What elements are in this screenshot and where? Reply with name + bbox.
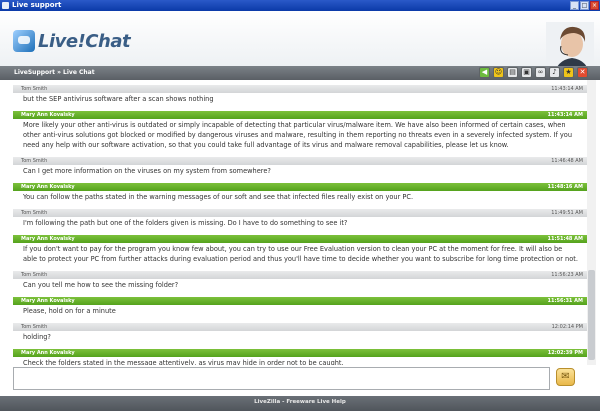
star-icon[interactable]: ★ xyxy=(563,67,574,78)
message-header: Mary Ann Kovalsky 11:43:14 AM xyxy=(13,111,587,119)
message-author: Tom Smith xyxy=(21,272,48,278)
message-text: You can follow the paths stated in the w… xyxy=(23,193,414,201)
print-icon[interactable]: ▤ xyxy=(507,67,518,78)
message-text: Check the folders stated in the message … xyxy=(23,359,344,365)
maximize-button[interactable]: □ xyxy=(580,1,589,10)
message-header: Mary Ann Kovalsky 11:51:48 AM xyxy=(13,235,587,243)
send-button[interactable]: ✉ xyxy=(556,368,575,386)
close-icon[interactable]: ✕ xyxy=(577,67,588,78)
message-header: Mary Ann Kovalsky 11:48:16 AM xyxy=(13,183,587,191)
message-author: Tom Smith xyxy=(21,324,48,330)
message-time: 11:56:23 AM xyxy=(551,272,583,278)
message-time: 11:46:48 AM xyxy=(551,158,583,164)
message-header: Mary Ann Kovalsky 11:56:31 AM xyxy=(13,297,587,305)
message-text: Please, hold on for a minute xyxy=(23,307,116,315)
message-text: holding? xyxy=(23,333,51,341)
message-author: Tom Smith xyxy=(21,158,48,164)
back-icon[interactable]: ◀ xyxy=(479,67,490,78)
scrollbar-thumb[interactable] xyxy=(588,270,595,360)
message-text: Can you tell me how to see the missing f… xyxy=(23,281,179,289)
message-time: 11:56:31 AM xyxy=(547,298,583,304)
window-title: Live support xyxy=(12,1,62,9)
message-author: Mary Ann Kovalsky xyxy=(21,298,75,304)
close-window-button[interactable]: × xyxy=(590,1,599,10)
message-time: 11:43:14 AM xyxy=(547,112,583,118)
app-icon xyxy=(2,2,9,9)
link-icon[interactable]: ∞ xyxy=(535,67,546,78)
window-controls: _ □ × xyxy=(570,1,599,10)
message-time: 12:02:39 PM xyxy=(547,350,583,356)
toolbar: ◀ ☺ ▤ ▣ ∞ ♪ ★ ✕ xyxy=(479,67,588,78)
message-author: Tom Smith xyxy=(21,210,48,216)
sound-icon[interactable]: ♪ xyxy=(549,67,560,78)
message-input[interactable] xyxy=(13,367,550,390)
message-author: Mary Ann Kovalsky xyxy=(21,112,75,118)
message-text: but the SEP antivirus software after a s… xyxy=(23,95,214,103)
window-titlebar: Live support _ □ × xyxy=(0,0,600,11)
footer: LiveZilla - Freeware Live Help xyxy=(0,396,600,411)
message-time: 11:51:48 AM xyxy=(547,236,583,242)
breadcrumb: LiveSupport » Live Chat xyxy=(14,69,95,76)
message-author: Mary Ann Kovalsky xyxy=(21,236,75,242)
send-chat-icon: ✉ xyxy=(561,371,570,382)
message-header: Tom Smith 11:56:23 AM xyxy=(13,271,587,279)
message-author: Tom Smith xyxy=(21,86,48,92)
chat-scrollbar[interactable] xyxy=(587,80,596,365)
logo-text: Live!Chat xyxy=(38,30,131,52)
message-time: 11:49:51 AM xyxy=(551,210,583,216)
chat-bubble-icon xyxy=(13,30,35,52)
message-time: 11:43:14 AM xyxy=(551,86,583,92)
message-text: More likely your other anti-virus is out… xyxy=(23,121,572,149)
header: Live!Chat xyxy=(0,11,600,77)
message-text: I'm following the path but one of the fo… xyxy=(23,219,348,227)
message-time: 12:02:14 PM xyxy=(551,324,583,330)
message-header: Tom Smith 11:43:14 AM xyxy=(13,85,587,93)
message-text: Can I get more information on the viruse… xyxy=(23,167,271,175)
minimize-button[interactable]: _ xyxy=(570,1,579,10)
message-header: Mary Ann Kovalsky 12:02:39 PM xyxy=(13,349,587,357)
smiley-icon[interactable]: ☺ xyxy=(493,67,504,78)
message-author: Mary Ann Kovalsky xyxy=(21,350,75,356)
message-text: If you don't want to pay for the program… xyxy=(23,245,578,263)
message-header: Tom Smith 12:02:14 PM xyxy=(13,323,587,331)
save-icon[interactable]: ▣ xyxy=(521,67,532,78)
message-time: 11:48:16 AM xyxy=(547,184,583,190)
message-header: Tom Smith 11:46:48 AM xyxy=(13,157,587,165)
chat-transcript: Tom Smith 11:43:14 AM but the SEP antiviru… xyxy=(13,80,587,365)
navigation-bar: LiveSupport » Live Chat ◀ ☺ ▤ ▣ ∞ ♪ ★ ✕ xyxy=(0,66,600,80)
livechat-logo: Live!Chat xyxy=(13,29,131,53)
message-author: Mary Ann Kovalsky xyxy=(21,184,75,190)
message-header: Tom Smith 11:49:51 AM xyxy=(13,209,587,217)
